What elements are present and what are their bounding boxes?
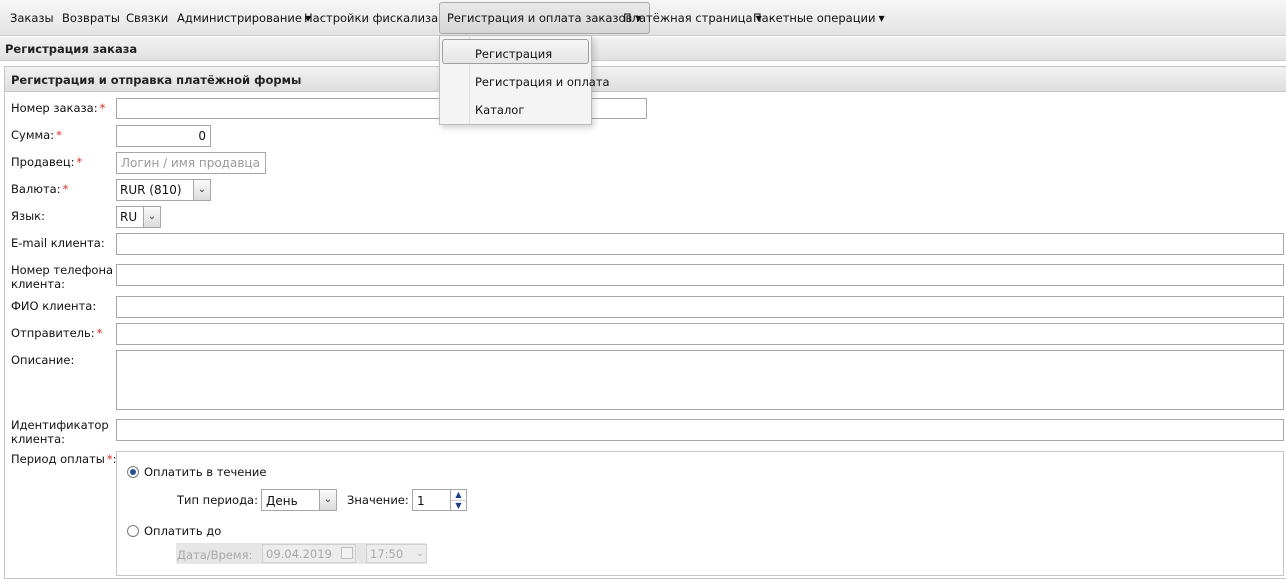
fio-label: ФИО клиента: — [11, 299, 97, 313]
description-textarea[interactable] — [116, 350, 1284, 410]
nav-bundles[interactable]: Связки — [126, 0, 168, 36]
phone-input[interactable] — [116, 264, 1284, 286]
pay-until-label: Оплатить до — [144, 524, 222, 538]
amount-input[interactable]: 0 — [116, 125, 211, 147]
nav-order-registration-payment-label: Регистрация и оплата заказов — [447, 11, 633, 25]
chevron-down-icon: ⌄ — [197, 184, 207, 195]
time-select: 17:50 ⌄ — [366, 544, 427, 563]
client-id-label: Идентификатор клиента: — [11, 418, 109, 446]
spinner-up-icon[interactable]: ▲ — [450, 490, 466, 500]
chevron-down-icon: ⌄ — [147, 211, 157, 222]
nav-payment-page-label: Платёжная страница — [623, 11, 753, 25]
panel-title: Регистрация и отправка платёжной формы — [11, 73, 302, 87]
calendar-icon — [341, 547, 353, 559]
chevron-down-icon: ⌄ — [323, 494, 333, 505]
nav-bundles-label: Связки — [126, 11, 169, 25]
period-type-label: Тип периода: — [177, 493, 258, 507]
seller-placeholder: Логин / имя продавца — [121, 156, 260, 170]
dropdown-item-registration[interactable]: Регистрация — [475, 47, 552, 61]
payment-period-label: Период оплаты *: — [11, 452, 117, 466]
datetime-label: Дата/Время: — [177, 548, 253, 562]
phone-label: Номер телефона клиента: — [11, 263, 114, 291]
currency-label: Валюта: * — [11, 182, 69, 196]
language-dropdown-button[interactable]: ⌄ — [143, 207, 160, 227]
description-label: Описание: — [11, 353, 75, 367]
period-type-value: День — [266, 494, 298, 508]
fio-input[interactable] — [116, 296, 1284, 318]
date-input: 09.04.2019 — [262, 544, 356, 563]
email-label: E-mail клиента: — [11, 236, 105, 250]
nav-refunds[interactable]: Возвраты — [62, 0, 120, 36]
pay-within-radio[interactable] — [127, 466, 139, 478]
pay-until-radio[interactable] — [127, 525, 139, 537]
nav-fiscal-settings[interactable]: Настройки фискализации — [304, 0, 461, 36]
value-spinner[interactable]: 1 ▲ ▼ — [412, 489, 467, 511]
period-type-select[interactable]: День ⌄ — [261, 489, 337, 511]
nav-order-registration-payment[interactable]: Регистрация и оплата заказов ▼ — [439, 2, 650, 34]
spinner-down-icon[interactable]: ▼ — [450, 500, 466, 510]
currency-dropdown-button[interactable]: ⌄ — [193, 180, 210, 200]
order-number-label: Номер заказа: * — [11, 101, 106, 115]
pay-within-label: Оплатить в течение — [144, 465, 267, 479]
time-value: 17:50 — [370, 547, 404, 561]
nav-fiscal-settings-label: Настройки фискализации — [304, 11, 461, 25]
period-type-dropdown-button[interactable]: ⌄ — [319, 490, 336, 510]
sender-input[interactable] — [116, 323, 1284, 345]
nav-refunds-label: Возвраты — [62, 11, 120, 25]
amount-label: Сумма: * — [11, 128, 62, 142]
nav-batch-operations-label: Пакетные операции — [753, 11, 876, 25]
language-label: Язык: — [11, 209, 46, 223]
language-select[interactable]: RU ⌄ — [116, 206, 161, 228]
page-title-band — [0, 37, 1286, 61]
nav-orders[interactable]: Заказы — [10, 0, 54, 36]
nav-administration-label: Администрирование — [177, 11, 302, 25]
value-value: 1 — [417, 494, 425, 508]
dropdown-item-registration-payment[interactable]: Регистрация и оплата — [475, 75, 610, 89]
date-value: 09.04.2019 — [266, 547, 332, 561]
nav-administration[interactable]: Администрирование ▼ — [177, 0, 311, 36]
language-value: RU — [120, 210, 138, 224]
caret-down-icon: ▼ — [878, 14, 885, 23]
currency-select[interactable]: RUR (810) ⌄ — [116, 179, 211, 201]
seller-label: Продавец: * — [11, 155, 83, 169]
nav-orders-label: Заказы — [10, 11, 54, 25]
chevron-down-icon: ⌄ — [415, 548, 424, 559]
sender-label: Отправитель: * — [11, 326, 103, 340]
client-id-input[interactable] — [116, 419, 1284, 441]
page-title: Регистрация заказа — [5, 42, 138, 56]
amount-value: 0 — [198, 129, 206, 143]
dropdown-item-catalog[interactable]: Каталог — [475, 103, 524, 117]
email-input[interactable] — [116, 233, 1284, 255]
seller-input[interactable]: Логин / имя продавца — [116, 152, 266, 174]
nav-payment-page[interactable]: Платёжная страница ▼ — [623, 0, 762, 36]
value-label: Значение: — [347, 493, 409, 507]
currency-value: RUR (810) — [120, 183, 182, 197]
nav-batch-operations[interactable]: Пакетные операции ▼ — [753, 0, 885, 36]
